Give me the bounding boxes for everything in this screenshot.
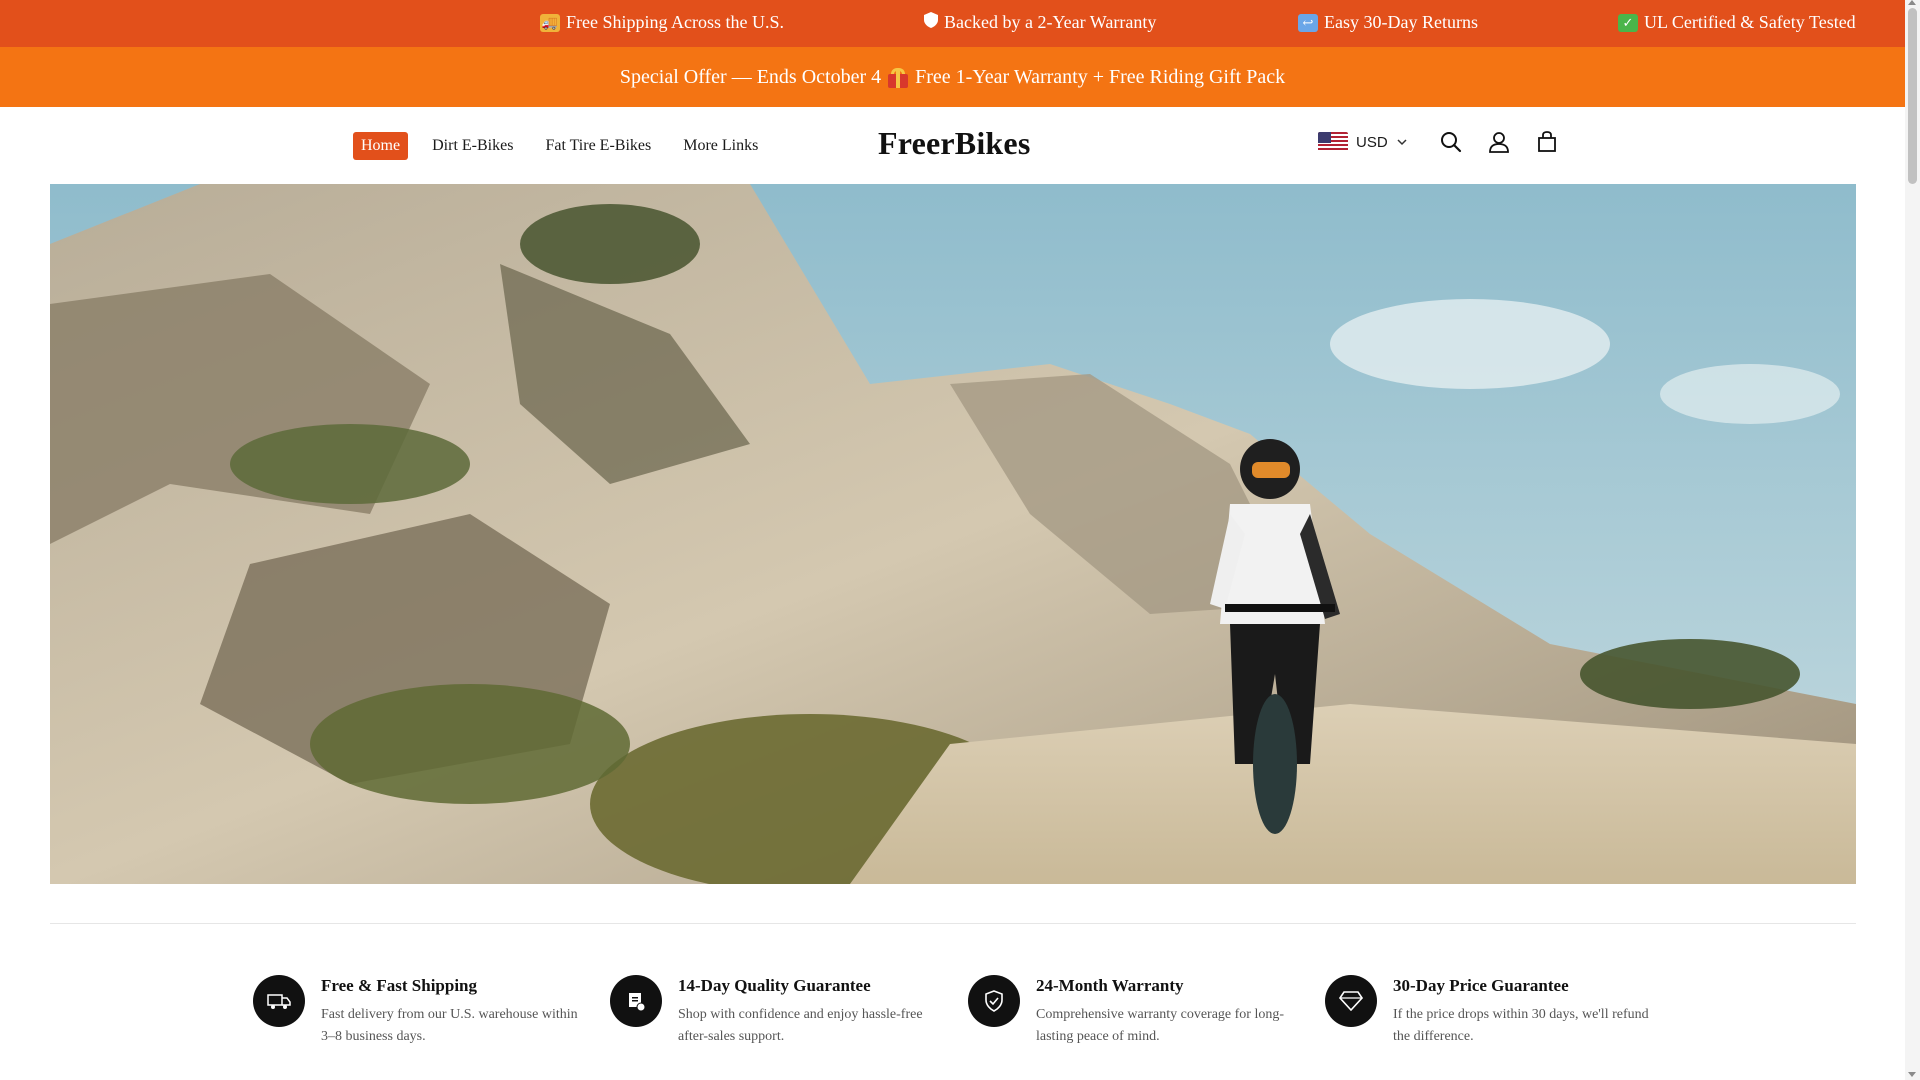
marquee-item-label: Backed by a 2-Year Warranty [944, 12, 1157, 32]
nav-item-home[interactable]: Home [353, 132, 409, 160]
section-divider [50, 923, 1856, 924]
shopping-bag-icon [1537, 131, 1556, 152]
shield-icon [924, 12, 938, 33]
hero-banner[interactable] [50, 184, 1856, 884]
scroll-up-arrow-icon[interactable] [1908, 0, 1916, 5]
account-button[interactable] [1486, 129, 1512, 155]
feature-description: If the price drops within 30 days, we'll… [1393, 1007, 1649, 1044]
header-actions: USD [1318, 129, 1582, 155]
delivery-truck-icon [253, 975, 305, 1027]
marquee-item-label: UL Certified & Safety Tested [1644, 12, 1856, 32]
us-flag-icon [1318, 132, 1348, 152]
page-scrollbar[interactable] [1905, 0, 1920, 1080]
announcement-marquee: 🚚 Free Shipping Across the U.S. Backed b… [0, 0, 1905, 47]
hero-image [50, 184, 1856, 884]
marquee-item-certified: ✓ UL Certified & Safety Tested [1618, 12, 1856, 33]
search-icon [1440, 132, 1461, 153]
scrollbar-thumb[interactable] [1908, 8, 1917, 184]
marquee-item-shipping: 🚚 Free Shipping Across the U.S. [540, 12, 784, 33]
scroll-down-arrow-icon[interactable] [1908, 1072, 1916, 1077]
feature-description: Shop with confidence and enjoy hassle-fr… [678, 1007, 923, 1044]
truck-icon: 🚚 [540, 13, 560, 32]
search-button[interactable] [1438, 129, 1464, 155]
marquee-item-warranty: Backed by a 2-Year Warranty [924, 12, 1156, 33]
feature-warranty: 24-Month Warranty Comprehensive warranty… [968, 970, 1308, 1048]
currency-code: USD [1356, 133, 1388, 151]
main-nav: Home Dirt E-Bikes Fat Tire E-Bikes More … [353, 132, 782, 160]
gift-icon [887, 66, 909, 88]
site-header: Home Dirt E-Bikes Fat Tire E-Bikes More … [0, 107, 1905, 183]
offer-text-start: Special Offer — Ends October 4 [619, 65, 882, 88]
quality-badge-icon [610, 975, 662, 1027]
check-mark-icon: ✓ [1618, 13, 1638, 32]
diamond-30-icon [1325, 975, 1377, 1027]
marquee-item-returns: ↩ Easy 30-Day Returns [1298, 12, 1478, 33]
feature-description: Comprehensive warranty coverage for long… [1036, 1007, 1285, 1044]
nav-item-fat-tire-e-bikes[interactable]: Fat Tire E-Bikes [537, 132, 659, 160]
marquee-item-label: Free Shipping Across the U.S. [566, 12, 784, 32]
feature-shipping: Free & Fast Shipping Fast delivery from … [253, 970, 593, 1048]
cart-button[interactable] [1534, 129, 1560, 155]
feature-price-guarantee: 30-Day Price Guarantee If the price drop… [1325, 970, 1665, 1048]
shield-check-icon [968, 975, 1020, 1027]
feature-title: Free & Fast Shipping [321, 976, 478, 995]
nav-item-dirt-e-bikes[interactable]: Dirt E-Bikes [424, 132, 521, 160]
special-offer-bar[interactable]: Special Offer — Ends October 4 Free 1-Ye… [0, 47, 1905, 107]
user-icon [1488, 132, 1509, 153]
nav-item-more-links[interactable]: More Links [675, 132, 766, 160]
feature-description: Fast delivery from our U.S. warehouse wi… [321, 1007, 578, 1044]
marquee-item-label: Easy 30-Day Returns [1324, 12, 1478, 32]
currency-selector[interactable]: USD [1318, 132, 1408, 152]
feature-title: 14-Day Quality Guarantee [678, 976, 871, 995]
feature-title: 30-Day Price Guarantee [1393, 976, 1569, 995]
chevron-down-icon [1397, 139, 1407, 146]
feature-title: 24-Month Warranty [1036, 976, 1184, 995]
feature-quality-guarantee: 14-Day Quality Guarantee Shop with confi… [610, 970, 950, 1048]
site-logo[interactable]: FreerBikes [878, 125, 1030, 162]
feature-highlights: Free & Fast Shipping Fast delivery from … [253, 970, 1653, 1080]
return-arrow-icon: ↩ [1298, 13, 1318, 32]
offer-text-end: Free 1-Year Warranty + Free Riding Gift … [915, 65, 1286, 88]
